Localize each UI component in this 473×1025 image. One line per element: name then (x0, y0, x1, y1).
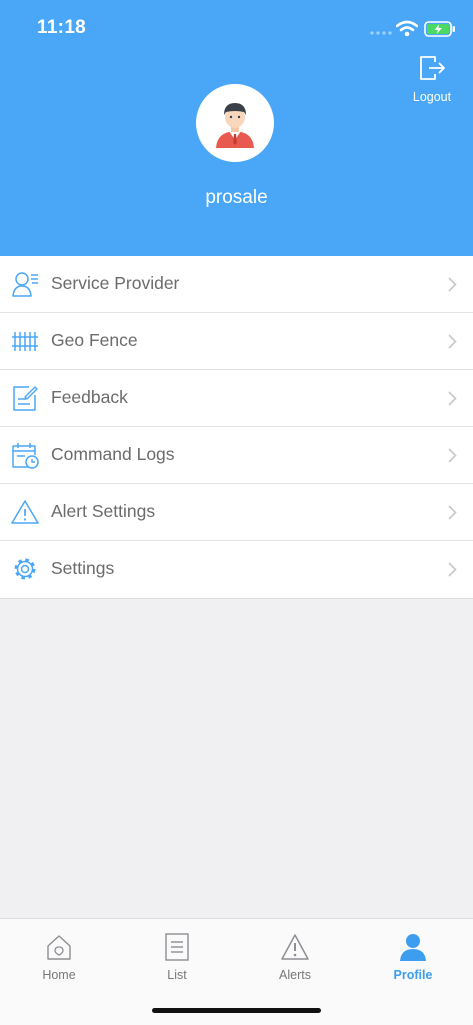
chevron-right-icon (448, 505, 457, 520)
menu-item-alert-settings[interactable]: Alert Settings (0, 484, 473, 541)
tab-profile[interactable]: Profile (354, 933, 472, 985)
logout-button[interactable]: Logout (404, 54, 460, 106)
profile-menu: Service Provider Geo Fence Feedback Comm… (0, 256, 473, 599)
profile-icon (400, 934, 426, 961)
menu-item-feedback[interactable]: Feedback (0, 370, 473, 427)
tab-label: Alerts (279, 968, 311, 982)
user-avatar-icon (198, 86, 272, 160)
menu-item-geo-fence[interactable]: Geo Fence (0, 313, 473, 370)
logout-icon (420, 56, 445, 80)
chevron-right-icon (448, 334, 457, 349)
home-icon (47, 935, 71, 960)
menu-item-settings[interactable]: Settings (0, 541, 473, 598)
chevron-right-icon (448, 277, 457, 292)
tab-label: Profile (393, 968, 433, 982)
command-logs-icon (12, 443, 39, 469)
tab-home[interactable]: Home (0, 933, 118, 985)
avatar[interactable] (196, 84, 274, 162)
menu-item-label: Alert Settings (51, 501, 156, 521)
tab-label: List (167, 968, 187, 982)
menu-item-label: Command Logs (51, 444, 175, 464)
chevron-right-icon (448, 562, 457, 577)
logout-label: Logout (412, 90, 452, 104)
menu-item-label: Settings (51, 558, 115, 578)
menu-item-label: Geo Fence (51, 330, 138, 350)
geo-fence-icon (12, 332, 38, 351)
menu-item-service-provider[interactable]: Service Provider (0, 256, 473, 313)
alert-icon (281, 934, 309, 960)
alert-icon (11, 500, 39, 524)
wifi-icon (396, 20, 418, 37)
gear-icon (14, 558, 36, 580)
username: prosale (205, 187, 268, 208)
list-icon (165, 933, 189, 961)
battery-charging-icon (424, 21, 455, 37)
cellular-signal-icon (370, 31, 392, 35)
feedback-icon (13, 386, 38, 411)
menu-item-label: Feedback (51, 387, 128, 407)
chevron-right-icon (448, 391, 457, 406)
tab-alerts[interactable]: Alerts (236, 933, 354, 985)
chevron-right-icon (448, 448, 457, 463)
tab-list[interactable]: List (118, 933, 236, 985)
tab-label: Home (42, 968, 76, 982)
home-indicator (152, 1008, 321, 1013)
menu-item-command-logs[interactable]: Command Logs (0, 427, 473, 484)
profile-header: 11:18 Logout prosale (0, 0, 473, 256)
status-time: 11:18 (37, 17, 87, 38)
menu-item-label: Service Provider (51, 273, 180, 293)
service-provider-icon (12, 272, 38, 297)
